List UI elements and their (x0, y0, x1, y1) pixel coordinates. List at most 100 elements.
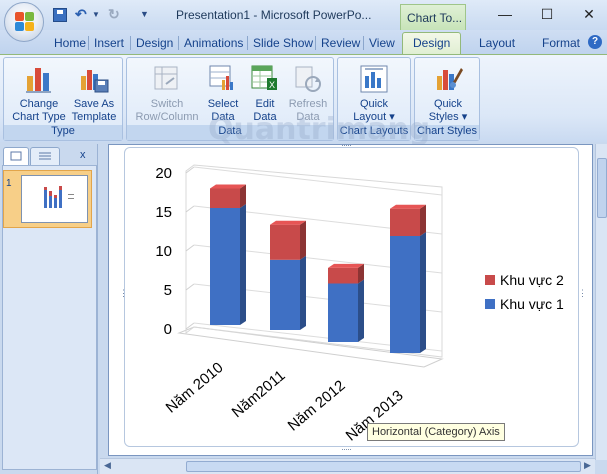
pane-close-icon[interactable]: x (80, 149, 86, 161)
legend-label: Khu vực 1 (500, 296, 564, 312)
bar-2-3 (390, 208, 420, 236)
save-as-template-button[interactable]: Save As Template (68, 64, 120, 124)
select-data-line1: Select (207, 98, 239, 110)
window-title: Presentation1 - Microsoft PowerPo... (176, 8, 372, 22)
slides-tab[interactable] (3, 147, 29, 165)
y-tick-label: 5 (164, 282, 172, 299)
customize-toolbar-icon[interactable]: ▼ (140, 9, 149, 27)
switch-row-column-line1: Switch (150, 98, 184, 110)
bar-side-2-1 (300, 220, 306, 260)
legend-swatch (485, 275, 495, 285)
bar-top-1 (270, 220, 306, 225)
chart-svg: 05101520 Năm 2010 Năm2011Năm 2012Năm 2013… (155, 164, 564, 445)
outline-tab[interactable] (30, 147, 60, 165)
gridline-left (185, 283, 195, 291)
help-icon[interactable]: ? (588, 35, 602, 49)
edit-data-line1: Edit (255, 98, 275, 110)
chart-legend: Khu vực 2 Khu vực 1 (485, 272, 564, 312)
scroll-left-icon[interactable]: ◀ (104, 460, 111, 471)
chart-type-icon (24, 64, 54, 94)
switch-row-column-icon (152, 64, 182, 94)
horizontal-scroll-thumb[interactable] (186, 461, 581, 472)
bar-side-1-3 (420, 232, 426, 353)
slides-pane: x 1 (0, 144, 98, 474)
ribbon-tabs: Home Insert Design Animations Slide Show… (0, 30, 607, 55)
x-tick-label: Năm2011 (229, 367, 289, 421)
axis-tooltip: Horizontal (Category) Axis (367, 423, 505, 441)
y-tick-label: 0 (164, 321, 172, 338)
close-icon[interactable]: ✕ (579, 4, 599, 24)
bar-top-0 (210, 184, 246, 189)
bar-1-1 (270, 259, 300, 330)
undo-dropdown-icon[interactable]: ▼ (92, 10, 100, 28)
slide-thumbnail-1[interactable] (21, 175, 88, 223)
svg-text:X: X (269, 80, 275, 90)
group-type: Change Chart Type Save As Template Type (3, 57, 123, 141)
tab-design[interactable]: Design (136, 36, 173, 50)
bar-side-1-2 (358, 279, 364, 342)
redo-icon[interactable]: ↻ (108, 6, 120, 24)
undo-icon[interactable]: ↶ (75, 6, 87, 24)
bar-2-2 (328, 267, 358, 284)
bar-side-1-1 (300, 255, 306, 330)
gridline-left (185, 205, 195, 213)
x-tick-label: Năm 2010 (163, 359, 227, 417)
quick-layout-icon (359, 64, 389, 94)
tab-review[interactable]: Review (321, 36, 360, 50)
scroll-right-icon[interactable]: ▶ (584, 460, 591, 471)
bar-1-0 (210, 208, 240, 325)
tab-home[interactable]: Home (54, 36, 86, 50)
switch-row-column-button[interactable]: Switch Row/Column (129, 64, 205, 124)
chart-bars (210, 184, 426, 353)
bar-side-1-0 (240, 204, 246, 325)
legend-label: Khu vực 2 (500, 272, 564, 288)
edit-data-icon: X (250, 64, 280, 94)
office-logo-icon (15, 12, 35, 32)
tab-chart-design[interactable]: Design (402, 32, 462, 55)
minimize-icon[interactable]: — (495, 4, 515, 24)
tab-animations[interactable]: Animations (184, 36, 243, 50)
bar-1-3 (390, 236, 420, 353)
office-button[interactable] (4, 2, 44, 42)
y-axis-ticks: 0 5 10 15 20 (155, 165, 172, 338)
select-data-icon (208, 64, 238, 94)
quick-styles-line1: Quick (433, 98, 463, 110)
x-tick-label: Năm 2012 (285, 377, 349, 435)
vertical-scrollbar[interactable] (595, 144, 607, 460)
refresh-data-line1: Refresh (288, 98, 328, 110)
bar-side-2-3 (420, 204, 426, 236)
y-tick-label: 15 (155, 204, 172, 221)
y-tick-label: 10 (155, 243, 172, 260)
vertical-scroll-thumb[interactable] (597, 158, 607, 218)
change-chart-type-line2: Chart Type (12, 111, 66, 123)
save-icon[interactable] (53, 8, 67, 22)
bar-2-1 (270, 224, 300, 260)
tab-chart-format[interactable]: Format (542, 36, 580, 50)
tab-view[interactable]: View (369, 36, 395, 50)
tab-insert[interactable]: Insert (94, 36, 124, 50)
gridline-left (185, 244, 195, 252)
legend-swatch (485, 299, 495, 309)
tab-chart-layout[interactable]: Layout (479, 36, 515, 50)
horizontal-scrollbar[interactable]: ◀ ▶ (100, 458, 595, 474)
watermark: Quantrimang (208, 112, 431, 147)
change-chart-type-button[interactable]: Change Chart Type (8, 64, 70, 124)
switch-row-column-line2: Row/Column (135, 111, 199, 123)
bar-side-2-0 (240, 184, 246, 208)
bar-top-2 (328, 263, 364, 268)
maximize-icon[interactable]: ☐ (537, 4, 557, 24)
save-as-template-line1: Save As (73, 98, 115, 110)
change-chart-type-line1: Change (19, 98, 59, 110)
group-label-type: Type (4, 125, 122, 140)
save-template-icon (79, 64, 109, 94)
tab-slide-show[interactable]: Slide Show (253, 36, 313, 50)
chart-resize-handle-right[interactable]: ⋮ (578, 288, 587, 299)
chart-tools-context-label: Chart To... (400, 4, 466, 30)
quick-layout-line1: Quick (359, 98, 389, 110)
bar-2-0 (210, 188, 240, 208)
save-as-template-line2: Template (71, 111, 117, 123)
quick-styles-icon (433, 64, 463, 94)
refresh-data-icon (293, 64, 323, 94)
title-bar: ↶ ▼ ↻ ▼ Presentation1 - Microsoft PowerP… (0, 0, 607, 42)
slide-number: 1 (6, 178, 12, 189)
